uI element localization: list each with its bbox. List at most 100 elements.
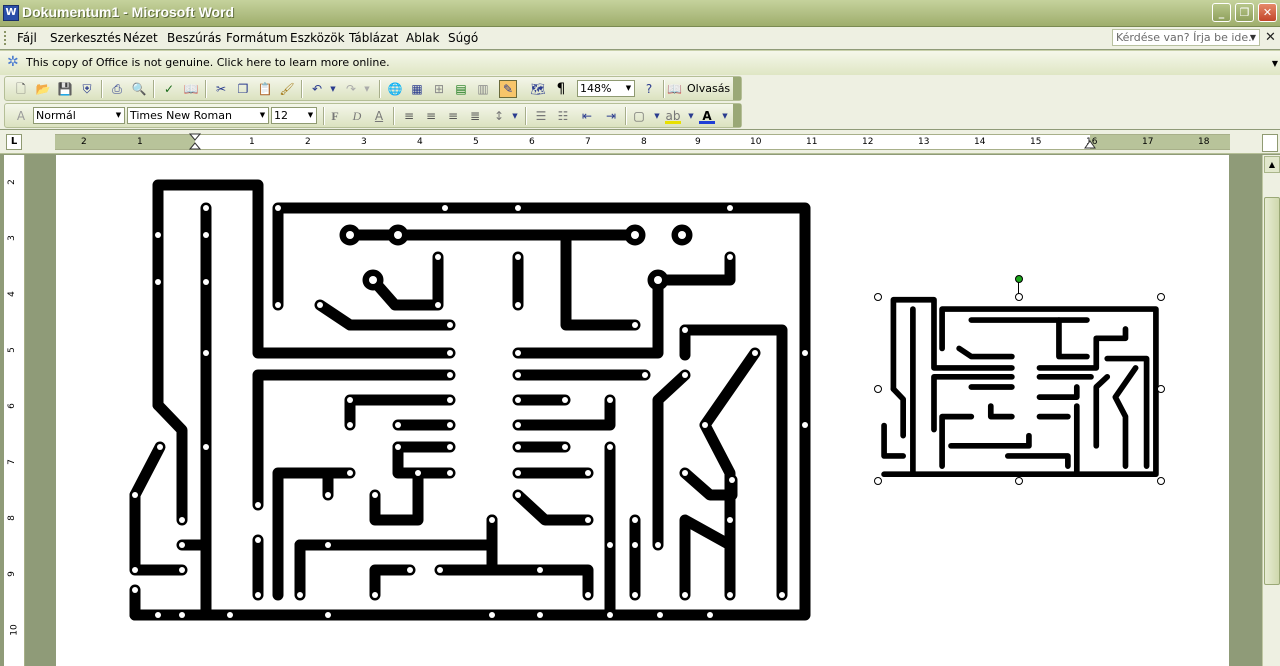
research-icon[interactable]: 📖 xyxy=(183,81,199,97)
word-app-icon[interactable]: W xyxy=(3,5,19,21)
toolbar-options[interactable] xyxy=(733,104,741,127)
help-icon[interactable]: ? xyxy=(641,81,657,97)
chevron-down-icon[interactable]: ▼ xyxy=(649,108,665,124)
pcb-thumbnail-image[interactable] xyxy=(878,295,1162,481)
scrollbar-thumb[interactable] xyxy=(1264,197,1280,585)
selection-handle[interactable] xyxy=(1157,477,1165,485)
selection-handle[interactable] xyxy=(1157,293,1165,301)
close-document-button[interactable]: ✕ xyxy=(1265,30,1276,45)
menu-format[interactable]: Formátum xyxy=(226,31,288,45)
chevron-down-icon[interactable]: ▼ xyxy=(507,108,523,124)
zoom-combo[interactable]: 148% ▼ xyxy=(577,80,635,97)
selection-handle[interactable] xyxy=(874,293,882,301)
selection-handle[interactable] xyxy=(1157,385,1165,393)
chevron-down-icon[interactable]: ▼ xyxy=(305,108,316,123)
format-painter-icon[interactable]: 🖌 xyxy=(279,81,295,97)
style-combo[interactable]: Normál ▼ xyxy=(33,107,125,124)
chevron-down-icon[interactable]: ▼ xyxy=(623,81,634,96)
chevron-down-icon[interactable]: ▼ xyxy=(1272,59,1278,68)
font-size-combo[interactable]: 12 ▼ xyxy=(271,107,317,124)
align-center-icon[interactable]: ≡ xyxy=(423,108,439,124)
menu-tools[interactable]: Eszközök xyxy=(290,31,345,45)
font-color-icon[interactable]: A xyxy=(699,108,715,124)
close-window-button[interactable]: ✕ xyxy=(1258,3,1277,22)
print-preview-icon[interactable]: 🔍 xyxy=(131,81,147,97)
undo-icon[interactable]: ↶ xyxy=(309,81,325,97)
ask-question-box[interactable]: Kérdése van? Írja be ide. ▼ xyxy=(1112,29,1260,46)
tab-selector[interactable]: L xyxy=(6,134,22,150)
chevron-down-icon[interactable]: ▼ xyxy=(257,108,268,123)
open-folder-icon[interactable]: 📂 xyxy=(35,81,51,97)
redo-icon[interactable]: ↷ xyxy=(343,81,359,97)
print-icon[interactable]: ⎙ xyxy=(109,81,125,97)
show-hide-icon[interactable]: ¶ xyxy=(553,81,569,97)
indent-marker[interactable] xyxy=(189,133,201,151)
menu-insert[interactable]: Beszúrás xyxy=(167,31,221,45)
vertical-ruler[interactable]: 2 3 4 5 6 7 8 9 10 xyxy=(4,155,25,666)
columns-icon[interactable]: ▥ xyxy=(475,81,491,97)
menu-table[interactable]: Táblázat xyxy=(349,31,398,45)
selection-handle[interactable] xyxy=(874,385,882,393)
numbering-icon[interactable]: ☰ xyxy=(533,108,549,124)
genuine-notice-text[interactable]: This copy of Office is not genuine. Clic… xyxy=(26,56,390,69)
scroll-up-icon[interactable]: ▲ xyxy=(1264,156,1280,173)
ruler-number: 13 xyxy=(918,137,930,147)
horizontal-ruler[interactable]: 2 1 1 2 3 4 5 6 7 8 9 10 11 12 13 14 15 … xyxy=(55,133,1230,151)
increase-indent-icon[interactable]: ⇥ xyxy=(603,108,619,124)
border-icon[interactable]: ▢ xyxy=(631,108,647,124)
insert-excel-icon[interactable]: ▤ xyxy=(453,81,469,97)
minimize-button[interactable]: _ xyxy=(1212,3,1231,22)
drawing-icon[interactable]: ✎ xyxy=(499,80,517,98)
copy-icon[interactable]: ❐ xyxy=(235,81,251,97)
italic-button[interactable]: D xyxy=(349,108,365,124)
selection-handle[interactable] xyxy=(1015,293,1023,301)
align-right-icon[interactable]: ≡ xyxy=(445,108,461,124)
selection-handle[interactable] xyxy=(874,477,882,485)
restore-button[interactable]: ❐ xyxy=(1235,3,1254,22)
bullets-icon[interactable]: ☷ xyxy=(555,108,571,124)
reading-layout-button[interactable]: Olvasás xyxy=(687,82,730,95)
view-ruler-button[interactable] xyxy=(1262,134,1278,152)
new-doc-icon[interactable]: 🗋 xyxy=(13,81,29,97)
spelling-icon[interactable]: ✓ xyxy=(161,81,177,97)
ruler-number: 3 xyxy=(361,137,367,147)
permission-icon[interactable]: ⛨ xyxy=(79,81,95,97)
right-indent-marker[interactable] xyxy=(1084,139,1096,149)
tables-borders-icon[interactable]: ▦ xyxy=(409,81,425,97)
save-icon[interactable]: 💾 xyxy=(57,81,73,97)
chevron-down-icon[interactable]: ▼ xyxy=(359,81,375,97)
insert-table-icon[interactable]: ⊞ xyxy=(431,81,447,97)
menu-edit[interactable]: Szerkesztés xyxy=(50,31,121,45)
menu-grip[interactable] xyxy=(4,31,9,45)
highlight-icon[interactable]: ab xyxy=(665,108,681,124)
hyperlink-icon[interactable]: 🌐 xyxy=(387,81,403,97)
paste-icon[interactable]: 📋 xyxy=(257,81,273,97)
cut-icon[interactable]: ✂ xyxy=(213,81,229,97)
chevron-down-icon[interactable]: ▼ xyxy=(1250,30,1256,45)
document-map-icon[interactable]: 🗺 xyxy=(530,81,546,97)
menu-window[interactable]: Ablak xyxy=(406,31,439,45)
selection-handle[interactable] xyxy=(1015,477,1023,485)
decrease-indent-icon[interactable]: ⇤ xyxy=(579,108,595,124)
chevron-down-icon[interactable]: ▼ xyxy=(113,108,124,123)
chevron-down-icon[interactable]: ▼ xyxy=(717,108,733,124)
font-combo[interactable]: Times New Roman ▼ xyxy=(127,107,269,124)
reading-layout-icon[interactable]: 📖 xyxy=(667,81,682,97)
vertical-scrollbar[interactable]: ▲ xyxy=(1262,155,1280,666)
styles-formatting-icon[interactable]: A xyxy=(13,108,29,124)
menu-file[interactable]: Fájl xyxy=(17,31,37,45)
menu-help[interactable]: Súgó xyxy=(448,31,478,45)
line-spacing-icon[interactable]: ↕ xyxy=(491,108,507,124)
underline-button[interactable]: A xyxy=(371,108,387,124)
bold-button[interactable]: F xyxy=(327,108,343,124)
pcb-layout-image[interactable] xyxy=(120,175,820,630)
menu-view[interactable]: Nézet xyxy=(123,31,158,45)
ruler-number: 7 xyxy=(585,137,591,147)
align-left-icon[interactable]: ≡ xyxy=(401,108,417,124)
chevron-down-icon[interactable]: ▼ xyxy=(325,81,341,97)
genuine-notice-bar[interactable]: ✲ This copy of Office is not genuine. Cl… xyxy=(0,50,1280,76)
justify-icon[interactable]: ≣ xyxy=(467,108,483,124)
toolbar-options[interactable] xyxy=(733,77,741,100)
rotation-handle[interactable] xyxy=(1015,275,1023,283)
chevron-down-icon[interactable]: ▼ xyxy=(683,108,699,124)
